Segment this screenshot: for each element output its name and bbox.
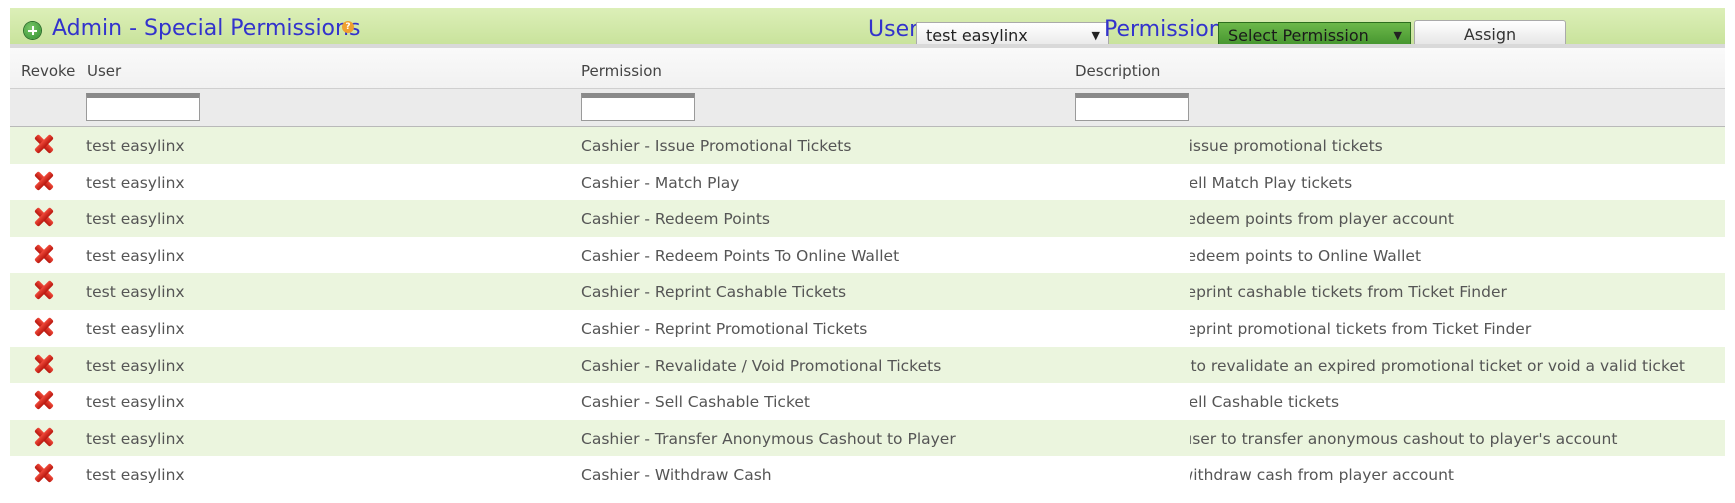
row-description: Allow user to redeem points to Online Wa… [1190,246,1422,265]
permission-label: Permission: [1104,17,1231,42]
row-description-cell: Allow user to reprint cashable tickets f… [1190,273,1725,309]
row-user: test easylinx [86,246,185,265]
add-icon[interactable] [24,22,41,39]
revoke-x-icon[interactable] [34,171,54,191]
row-user: test easylinx [86,356,185,375]
column-header-description[interactable]: Description [1075,62,1160,80]
row-description-cell: Allow user to redeem points from player … [1190,200,1725,236]
row-user: test easylinx [86,319,185,338]
revoke-x-icon[interactable] [34,134,54,154]
revoke-x-icon[interactable] [34,463,54,483]
row-description: Allows user to issue promotional tickets [1190,137,1383,155]
permission-select-value: Select Permission [1228,26,1369,45]
row-user: test easylinx [86,173,185,192]
table-row: test easylinx Cashier - Match Play Allow u… [10,164,1725,201]
revoke-x-icon[interactable] [34,244,54,264]
permissions-table-body: test easylinx Cashier - Issue Promotional… [10,127,1725,493]
revoke-x-icon[interactable] [34,207,54,227]
row-permission: Cashier - Match Play [581,173,740,192]
row-permission: Cashier - Reprint Promotional Tickets [581,319,868,338]
row-description-cell: Allow user to reprint promotional ticket… [1190,310,1725,346]
table-row: test easylinx Cashier - Withdraw Cash Allo… [10,456,1725,493]
row-description-cell: Allow cashier user to transfer anonymous… [1190,420,1725,456]
row-description-cell: Allow user to sell Cashable tickets [1190,383,1725,419]
row-description-cell: Allow user to withdraw cash from player … [1190,456,1725,492]
row-user: test easylinx [86,137,185,155]
column-header-revoke[interactable]: Revoke [21,62,75,80]
row-description: Allow user to redeem points from player … [1190,210,1454,229]
revoke-x-icon[interactable] [34,390,54,410]
revoke-x-icon[interactable] [34,427,54,447]
page-title: Admin - Special Permissions [52,16,361,41]
table-row: test easylinx Cashier - Sell Cashable Tic… [10,383,1725,420]
row-permission: Cashier - Sell Cashable Ticket [581,393,810,412]
row-user: test easylinx [86,429,185,448]
user-select-value: test easylinx [926,26,1028,45]
row-description-cell: Allows user to issue promotional tickets [1190,127,1725,163]
row-description-cell: Allow user to sell Match Play tickets [1190,164,1725,200]
description-filter-input[interactable] [1075,93,1189,121]
page-header: Admin - Special Permissions ? User: test… [10,8,1725,50]
row-description-cell: Allow user to redeem points to Online Wa… [1190,237,1725,273]
table-header: Revoke User Permission Description [10,48,1725,89]
revoke-x-icon[interactable] [34,280,54,300]
row-user: test easylinx [86,466,185,485]
revoke-x-icon[interactable] [34,354,54,374]
table-row: test easylinx Cashier - Transfer Anonymou… [10,419,1725,457]
row-permission: Cashier - Withdraw Cash [581,466,772,485]
row-permission: Cashier - Transfer Anonymous Cashout to … [581,429,956,448]
row-description: Allow user to sell Cashable tickets [1190,393,1340,412]
filter-row [10,89,1725,127]
revoke-x-icon[interactable] [34,317,54,337]
column-header-permission[interactable]: Permission [581,62,662,80]
row-user: test easylinx [86,210,185,229]
column-header-user[interactable]: User [87,62,121,80]
row-description: Allow user to reprint cashable tickets f… [1190,283,1507,302]
row-permission: Cashier - Issue Promotional Tickets [581,137,852,155]
table-row: test easylinx Cashier - Issue Promotional… [10,127,1725,164]
permission-filter-input[interactable] [581,93,695,121]
user-filter-input[interactable] [86,93,200,121]
table-row: test easylinx Cashier - Revalidate / Void… [10,346,1725,384]
table-row: test easylinx Cashier - Reprint Cashable … [10,273,1725,310]
table-row: test easylinx Cashier - Redeem Points Allo… [10,200,1725,237]
row-description: Allow user to withdraw cash from player … [1190,466,1454,485]
row-description: Allows cashier to revalidate an expired … [1190,356,1685,375]
row-description: Allow user to sell Match Play tickets [1190,173,1353,192]
row-permission: Cashier - Revalidate / Void Promotional … [581,356,942,375]
row-permission: Cashier - Redeem Points [581,210,770,229]
row-user: test easylinx [86,283,185,302]
table-row: test easylinx Cashier - Redeem Points To … [10,237,1725,274]
row-permission: Cashier - Reprint Cashable Tickets [581,283,847,302]
row-permission: Cashier - Redeem Points To Online Wallet [581,246,900,265]
row-description-cell: Allows cashier to revalidate an expired … [1190,347,1725,383]
help-icon[interactable]: ? [342,21,354,33]
row-description: Allow cashier user to transfer anonymous… [1190,429,1618,448]
row-user: test easylinx [86,393,185,412]
row-description: Allow user to reprint promotional ticket… [1190,319,1532,338]
table-row: test easylinx Cashier - Reprint Promotion… [10,310,1725,347]
